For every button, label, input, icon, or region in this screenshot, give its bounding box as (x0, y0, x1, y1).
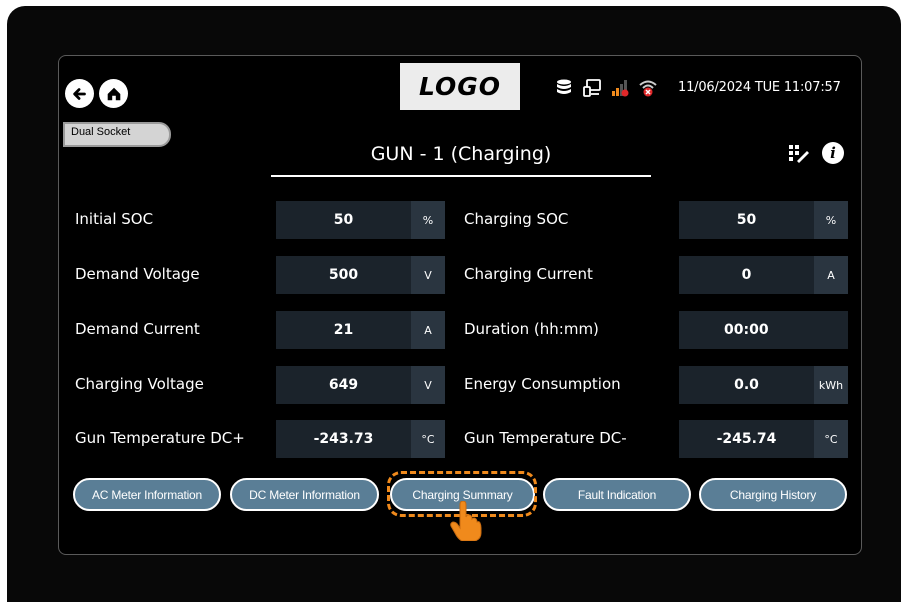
gun-temp-dc-plus-unit: °C (411, 420, 445, 458)
demand-current-value: 21 (276, 311, 411, 349)
wifi-error-icon (638, 78, 658, 98)
initial-soc-value: 50 (276, 201, 411, 239)
data-row: Demand Current 21 A Duration (hh:mm) 00:… (59, 311, 863, 349)
demand-voltage-unit: V (411, 256, 445, 294)
hmi-screen: LOGO 11/06/2024 TUE 11:07:57 Dual Socket… (58, 55, 862, 555)
charging-current-unit: A (814, 256, 848, 294)
data-row: Demand Voltage 500 V Charging Current 0 … (59, 256, 863, 294)
demand-current-label: Demand Current (75, 320, 200, 338)
data-row: Gun Temperature DC+ -243.73 °C Gun Tempe… (59, 420, 863, 458)
gun-temp-dc-minus-unit: °C (814, 420, 848, 458)
datetime: 11/06/2024 TUE 11:07:57 (678, 80, 841, 95)
database-icon (554, 78, 574, 98)
home-button[interactable] (99, 79, 128, 108)
charging-soc-value: 50 (679, 201, 814, 239)
gun-temp-dc-plus-value: -243.73 (276, 420, 411, 458)
back-arrow-icon (72, 87, 86, 100)
demand-voltage-value: 500 (276, 256, 411, 294)
demand-voltage-label: Demand Voltage (75, 265, 200, 283)
energy-consumption-value: 0.0 (679, 366, 814, 404)
charging-voltage-unit: V (411, 366, 445, 404)
dc-meter-info-button[interactable]: DC Meter Information (230, 478, 379, 511)
info-icon[interactable]: i (822, 142, 844, 164)
energy-consumption-unit: kWh (814, 366, 848, 404)
duration-value: 00:00 (679, 311, 848, 349)
signal-bars-icon (610, 78, 630, 98)
charging-current-value: 0 (679, 256, 814, 294)
charging-soc-label: Charging SOC (464, 210, 569, 228)
fault-indication-button[interactable]: Fault Indication (543, 478, 691, 511)
gun-temp-dc-minus-value: -245.74 (679, 420, 814, 458)
page-title: GUN - 1 (Charging) (271, 139, 651, 177)
duration-label: Duration (hh:mm) (464, 320, 599, 338)
home-icon (107, 87, 120, 100)
charging-history-button[interactable]: Charging History (699, 478, 847, 511)
demand-current-unit: A (411, 311, 445, 349)
gun-temp-dc-plus-label: Gun Temperature DC+ (75, 429, 245, 447)
charging-voltage-value: 649 (276, 366, 411, 404)
logo: LOGO (400, 63, 520, 110)
initial-soc-label: Initial SOC (75, 210, 154, 228)
dual-socket-tab[interactable]: Dual Socket (63, 122, 171, 147)
edit-grid-icon[interactable] (787, 142, 811, 166)
back-button[interactable] (65, 79, 94, 108)
pointer-hand-icon (450, 501, 482, 541)
gun-temp-dc-minus-label: Gun Temperature DC- (464, 429, 627, 447)
data-row: Initial SOC 50 % Charging SOC 50 % (59, 201, 863, 239)
charging-voltage-label: Charging Voltage (75, 375, 204, 393)
charging-soc-unit: % (814, 201, 848, 239)
ac-meter-info-button[interactable]: AC Meter Information (73, 478, 221, 511)
energy-consumption-label: Energy Consumption (464, 375, 621, 393)
network-icon (582, 78, 602, 98)
initial-soc-unit: % (411, 201, 445, 239)
charging-current-label: Charging Current (464, 265, 593, 283)
data-row: Charging Voltage 649 V Energy Consumptio… (59, 366, 863, 404)
